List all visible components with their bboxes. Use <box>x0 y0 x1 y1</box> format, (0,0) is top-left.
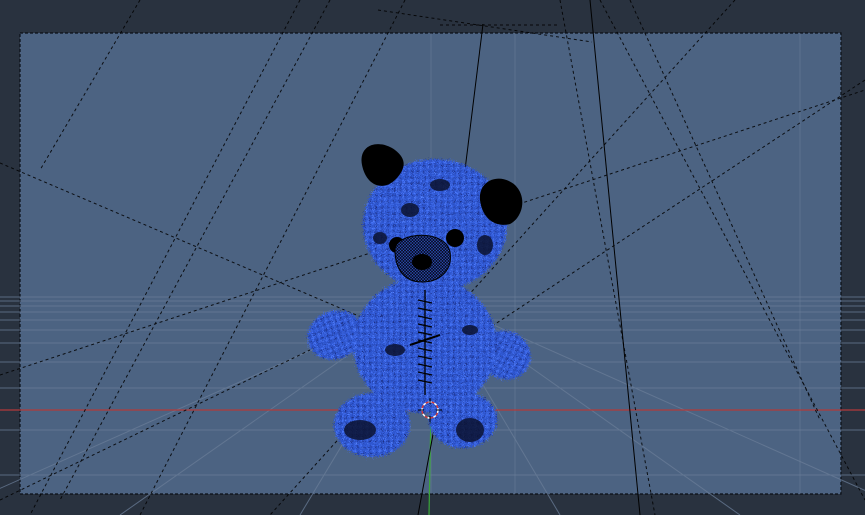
3d-viewport[interactable] <box>0 0 865 515</box>
bear-right-eye <box>446 229 464 247</box>
viewport-canvas[interactable] <box>0 0 865 515</box>
bear-nose <box>412 254 432 270</box>
